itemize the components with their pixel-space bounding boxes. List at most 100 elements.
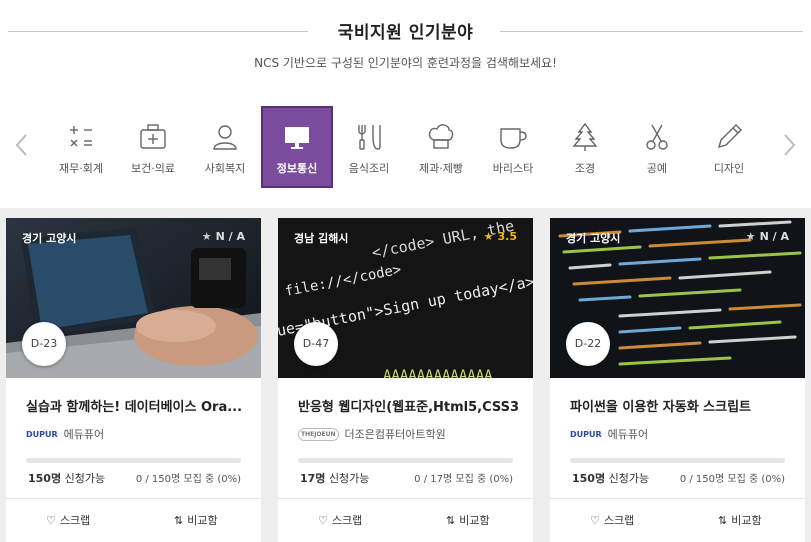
enrollment-progress-bar: [570, 458, 785, 463]
category-label: 디자인: [713, 162, 745, 175]
category-label: 음식조리: [348, 162, 390, 175]
institution-logo: DUPUR: [570, 429, 602, 439]
pencil-icon: [714, 122, 744, 152]
course-title[interactable]: 실습과 함께하는! 데이터베이스 Ora...: [26, 396, 246, 415]
scrap-button[interactable]: ♡ 스크랩: [590, 512, 634, 528]
carousel-prev-button[interactable]: [12, 133, 32, 157]
scrap-label: 스크랩: [603, 514, 635, 527]
category-label: 재무·회계: [59, 162, 103, 175]
category-finance[interactable]: 재무·회계: [45, 106, 117, 188]
course-card[interactable]: </code> URL, the file://</code> ue="butt…: [278, 218, 533, 542]
compare-label: 비교함: [459, 514, 490, 527]
course-title[interactable]: 반응형 웹디자인(웹표준,Html5,CSS3...: [298, 396, 518, 415]
category-bakery[interactable]: 제과·제빵: [405, 106, 477, 188]
star-icon: ★: [483, 230, 494, 243]
enrollment-progress-bar: [26, 458, 241, 463]
heart-icon: ♡: [590, 514, 600, 527]
category-label: 바리스타: [492, 162, 534, 175]
institution: DUPUR 에듀퓨어: [26, 426, 104, 442]
category-label: 조경: [574, 162, 596, 175]
category-it[interactable]: 정보통신: [261, 106, 333, 188]
carousel-next-button[interactable]: [779, 133, 799, 157]
scrap-button[interactable]: ♡ 스크랩: [318, 512, 362, 528]
code-line: AAAAAAAAAAAAA: [383, 368, 493, 378]
cooking-tools-icon: [354, 122, 384, 152]
chevron-right-icon: [784, 134, 796, 156]
swap-arrows-icon: ⇅: [446, 514, 456, 527]
heart-icon: ♡: [318, 514, 328, 527]
heading-divider-right: [500, 31, 803, 32]
dday-badge: D-22: [566, 322, 610, 366]
course-card[interactable]: 경기 고양시 ★ N / A D-22 파이썬을 이용한 자동화 스크립트 DUP…: [550, 218, 805, 542]
category-design[interactable]: 디자인: [693, 106, 765, 188]
category-barista[interactable]: 바리스타: [477, 106, 549, 188]
category-label: 사회복지: [204, 162, 246, 175]
scissors-icon: [642, 122, 672, 152]
category-label: 공예: [646, 162, 668, 175]
calculator-icon: [66, 122, 96, 152]
section-heading: 국비지원 인기분야: [0, 18, 811, 44]
institution-logo: DUPUR: [26, 429, 58, 439]
category-welfare[interactable]: 사회복지: [189, 106, 261, 188]
scrap-label: 스크랩: [331, 514, 363, 527]
capacity: 17명 신청가능: [300, 470, 369, 486]
section-subtitle: NCS 기반으로 구성된 인기분야의 훈련과정을 검색해보세요!: [254, 56, 557, 70]
enrollment-status: 0 / 150명 모집 중 (0%): [135, 474, 241, 485]
card-divider: [278, 498, 533, 499]
category-label: 정보통신: [276, 162, 318, 175]
course-title[interactable]: 파이썬을 이용한 자동화 스크립트: [570, 396, 790, 415]
course-rating: ★ 3.5: [484, 230, 517, 243]
category-health[interactable]: 보건·의료: [117, 106, 189, 188]
compare-label: 비교함: [731, 514, 762, 527]
star-icon: ★: [745, 230, 756, 243]
institution-name: 에듀퓨어: [63, 428, 105, 441]
compare-button[interactable]: ⇅ 비교함: [446, 512, 490, 528]
scrap-label: 스크랩: [59, 514, 91, 527]
capacity-number: 17명: [300, 472, 326, 485]
institution: DUPUR 에듀퓨어: [570, 426, 648, 442]
course-rating: ★ N / A: [202, 230, 245, 243]
person-icon: [210, 122, 240, 152]
swap-arrows-icon: ⇅: [174, 514, 184, 527]
capacity-text: 신청가능: [608, 472, 650, 485]
capacity-text: 신청가능: [328, 472, 370, 485]
capacity-text: 신청가능: [64, 472, 106, 485]
category-carousel: 재무·회계 보건·의료 사회복지 정보통신 음식조리 제과·제빵 바리스타 조경…: [0, 106, 811, 188]
capacity-number: 150명: [28, 472, 62, 485]
enrollment-status: 0 / 150명 모집 중 (0%): [679, 474, 785, 485]
card-divider: [550, 498, 805, 499]
compare-label: 비교함: [187, 514, 218, 527]
capacity-number: 150명: [572, 472, 606, 485]
category-label: 보건·의료: [131, 162, 175, 175]
rating-value: N / A: [759, 230, 789, 243]
course-location: 경기 고양시: [566, 232, 621, 245]
card-divider: [6, 498, 261, 499]
chef-hat-icon: [426, 122, 456, 152]
category-crafts[interactable]: 공예: [621, 106, 693, 188]
star-icon: ★: [201, 230, 212, 243]
compare-button[interactable]: ⇅ 비교함: [174, 512, 218, 528]
coffee-cup-icon: [498, 122, 528, 152]
institution-name: 더조은컴퓨터아트학원: [344, 428, 446, 441]
heart-icon: ♡: [46, 514, 56, 527]
category-landscape[interactable]: 조경: [549, 106, 621, 188]
dday-badge: D-47: [294, 322, 338, 366]
compare-button[interactable]: ⇅ 비교함: [718, 512, 762, 528]
institution-name: 에듀퓨어: [607, 428, 649, 441]
rating-value: N / A: [215, 230, 245, 243]
course-location: 경기 고양시: [22, 232, 77, 245]
tree-icon: [570, 122, 600, 152]
course-rating: ★ N / A: [746, 230, 789, 243]
enrollment-progress-bar: [298, 458, 513, 463]
category-label: 제과·제빵: [419, 162, 463, 175]
chevron-left-icon: [15, 134, 27, 156]
enrollment-status: 0 / 17명 모집 중 (0%): [414, 474, 513, 485]
institution: THEJOEUN 더조은컴퓨터아트학원: [298, 426, 446, 442]
institution-logo: THEJOEUN: [298, 427, 339, 441]
course-location: 경남 김해시: [294, 232, 349, 245]
scrap-button[interactable]: ♡ 스크랩: [46, 512, 90, 528]
category-cooking[interactable]: 음식조리: [333, 106, 405, 188]
capacity: 150명 신청가능: [572, 470, 649, 486]
swap-arrows-icon: ⇅: [718, 514, 728, 527]
course-card[interactable]: 경기 고양시 ★ N / A D-23 실습과 함께하는! 데이터베이스 Ora.…: [6, 218, 261, 542]
